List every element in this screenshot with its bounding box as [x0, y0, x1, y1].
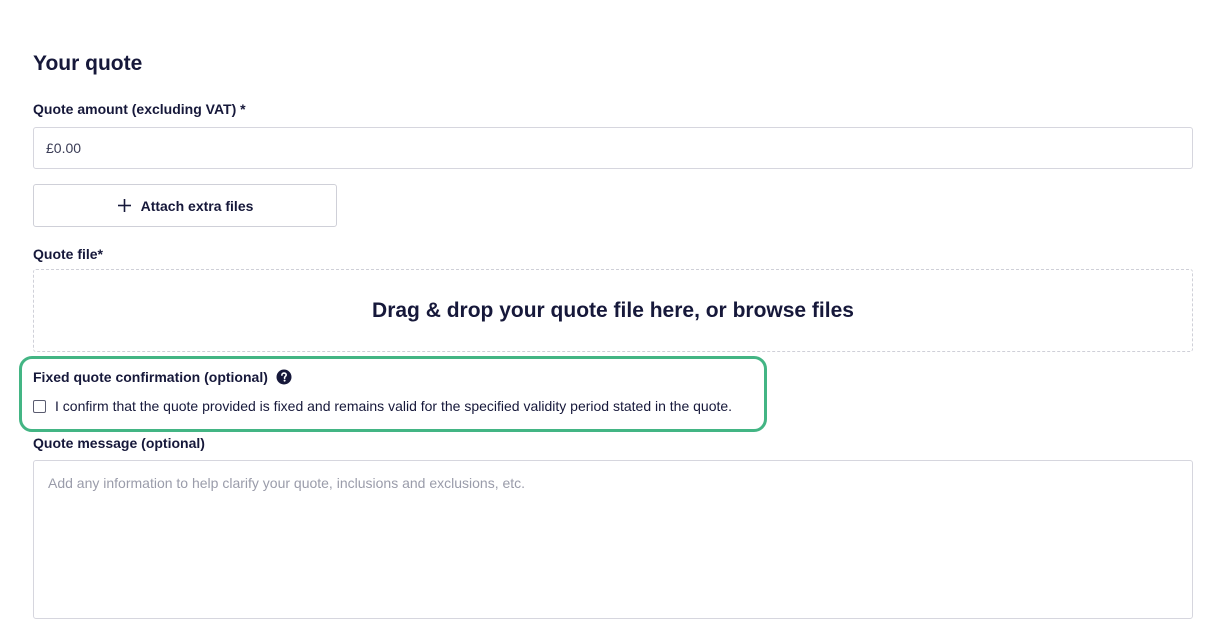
fixed-quote-header: Fixed quote confirmation (optional): [33, 369, 292, 385]
quote-file-dropzone[interactable]: Drag & drop your quote file here, or bro…: [33, 269, 1193, 352]
fixed-quote-highlight: [19, 356, 767, 432]
fixed-quote-label: Fixed quote confirmation (optional): [33, 369, 268, 385]
question-circle-icon[interactable]: [276, 369, 292, 385]
fixed-quote-checkbox-label[interactable]: I confirm that the quote provided is fix…: [55, 398, 732, 414]
attach-extra-files-label: Attach extra files: [140, 197, 254, 214]
quote-message-label: Quote message (optional): [33, 435, 205, 451]
plus-icon: [117, 199, 131, 212]
attach-extra-files-button[interactable]: Attach extra files: [33, 184, 337, 227]
quote-amount-input[interactable]: [33, 127, 1193, 169]
quote-file-label: Quote file*: [33, 246, 104, 262]
fixed-quote-confirm-row[interactable]: I confirm that the quote provided is fix…: [33, 398, 732, 414]
section-title: Your quote: [33, 52, 143, 75]
quote-amount-label: Quote amount (excluding VAT) *: [33, 101, 246, 117]
fixed-quote-checkbox[interactable]: [33, 399, 46, 413]
dropzone-text: Drag & drop your quote file here, or bro…: [372, 298, 854, 322]
quote-message-textarea[interactable]: [33, 460, 1193, 619]
